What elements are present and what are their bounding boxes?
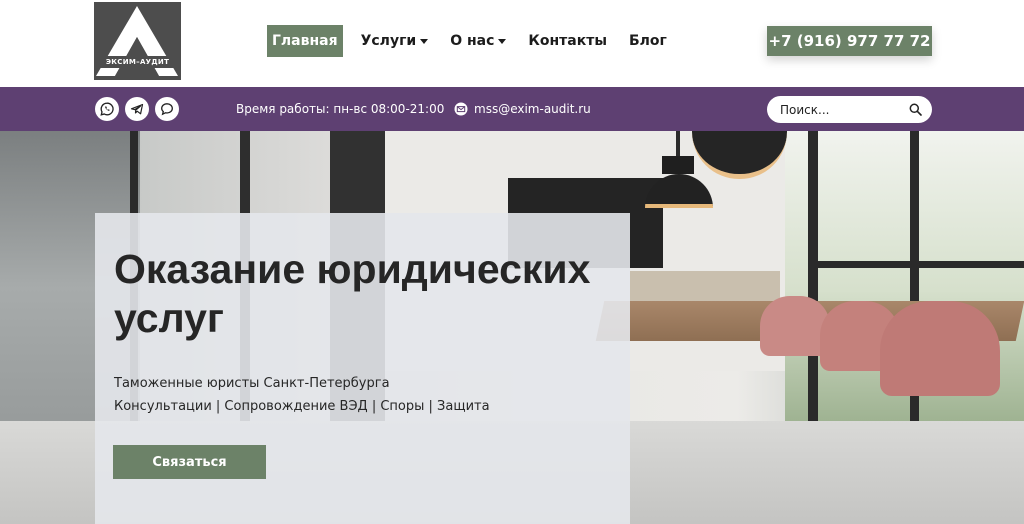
nav-item-label: Блог <box>628 33 667 49</box>
hero-background-lamp <box>662 156 694 174</box>
hero-background-lamp <box>676 131 680 156</box>
telegram-icon <box>130 103 144 115</box>
nav-item-label: О нас <box>450 33 495 49</box>
whatsapp-icon <box>100 102 114 116</box>
hero-section: Оказание юридических услуг Таможенные юр… <box>0 131 1024 524</box>
nav-item-label: Контакты <box>528 33 607 49</box>
main-nav: Главная Услуги О нас Контакты Блог <box>267 25 689 57</box>
hero-services-line: Консультации | Сопровождение ВЭД | Споры… <box>114 399 490 414</box>
search-icon[interactable] <box>909 103 922 116</box>
phone-button[interactable]: +7 (916) 977 77 72 <box>767 26 932 56</box>
working-hours: Время работы: пн-вс 08:00-21:00 <box>236 102 445 116</box>
chat-button[interactable] <box>155 97 179 121</box>
telegram-button[interactable] <box>125 97 149 121</box>
email-link[interactable]: mss@exim-audit.ru <box>454 87 591 131</box>
caret-down-icon <box>420 39 429 44</box>
hero-card: Оказание юридических услуг Таможенные юр… <box>95 213 630 524</box>
caret-down-icon <box>498 39 507 44</box>
logo-text: ЭКСИМ–АУДИТ <box>105 58 170 66</box>
nav-item-label: Услуги <box>360 33 417 49</box>
hero-subtitle: Таможенные юристы Санкт-Петербурга <box>114 376 390 391</box>
search-input[interactable] <box>780 102 908 117</box>
nav-item-home[interactable]: Главная <box>267 25 343 57</box>
nav-item-label: Главная <box>272 33 338 49</box>
hero-title: Оказание юридических услуг <box>114 246 591 341</box>
nav-item-contacts[interactable]: Контакты <box>528 25 607 57</box>
search-box <box>767 96 932 123</box>
nav-item-about[interactable]: О нас <box>450 25 507 57</box>
site-header: ЭКСИМ–АУДИТ Главная Услуги О нас Контакт… <box>0 0 1024 87</box>
logo[interactable]: ЭКСИМ–АУДИТ <box>94 2 181 80</box>
email-text: mss@exim-audit.ru <box>474 102 591 116</box>
hero-background-frame <box>818 261 1024 268</box>
nav-item-services[interactable]: Услуги <box>361 25 429 57</box>
logo-triangle-icon <box>94 6 181 76</box>
hero-background-chair <box>880 301 1000 396</box>
chat-icon <box>161 103 173 116</box>
mail-icon <box>454 102 468 116</box>
whatsapp-button[interactable] <box>95 97 119 121</box>
contact-button[interactable]: Связаться <box>113 445 266 479</box>
nav-item-blog[interactable]: Блог <box>629 25 667 57</box>
